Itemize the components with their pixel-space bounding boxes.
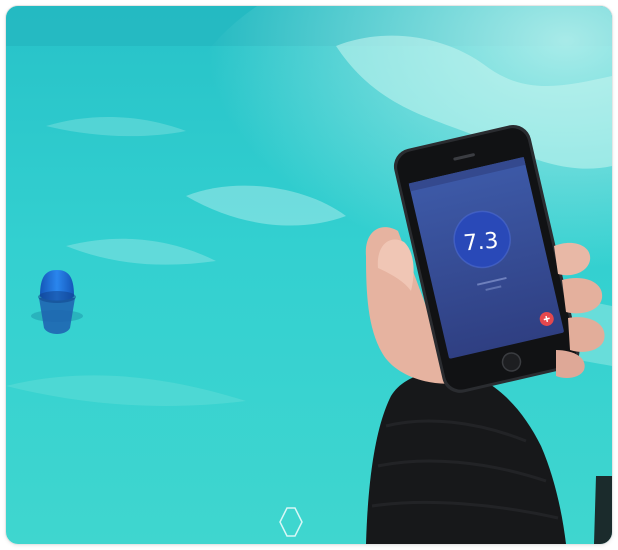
pool-scene-photo xyxy=(6,6,612,544)
photo-frame: 7.3 xyxy=(6,6,612,544)
